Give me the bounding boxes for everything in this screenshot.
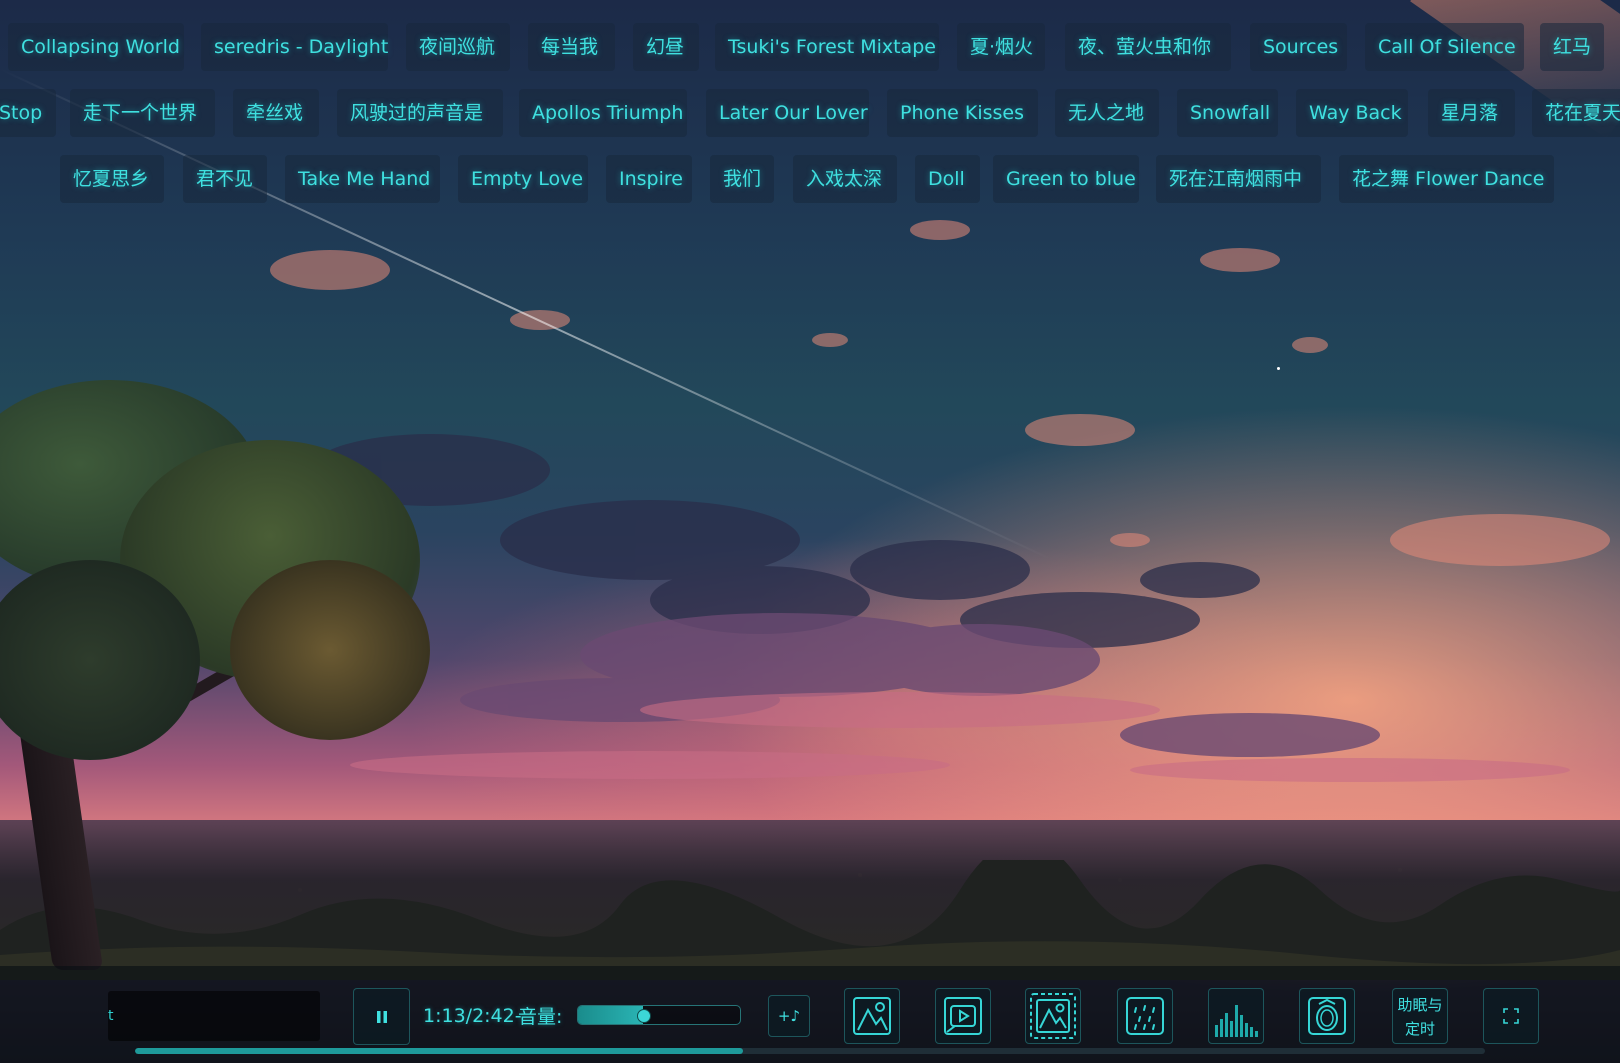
song-tag[interactable]: Empty Love	[458, 155, 588, 203]
song-tag[interactable]: 入戏太深	[793, 155, 897, 203]
fullscreen-icon	[1503, 1008, 1519, 1024]
song-tag[interactable]: Call Of Silence	[1365, 23, 1524, 71]
song-tag[interactable]: Stop	[0, 89, 56, 137]
image-frame-button[interactable]	[1025, 988, 1081, 1044]
song-row-1: Collapsing World seredris - Daylight 夜间巡…	[0, 23, 1620, 71]
song-tag[interactable]: Green to blue	[993, 155, 1139, 203]
song-tag[interactable]: Inspire	[606, 155, 692, 203]
spectrum-button[interactable]	[1208, 988, 1264, 1044]
song-tag[interactable]: 忆夏思乡	[60, 155, 164, 203]
song-tag[interactable]: Phone Kisses	[887, 89, 1038, 137]
song-tag[interactable]: 幻昼	[633, 23, 699, 71]
add-music-button[interactable]: +♪	[768, 995, 810, 1037]
song-tag[interactable]: 花在夏天	[1532, 89, 1620, 137]
song-tag[interactable]: 走下一个世界	[70, 89, 215, 137]
sleep-timer-label-line1: 助眠与	[1397, 996, 1443, 1014]
song-tag[interactable]: Way Back	[1296, 89, 1408, 137]
song-tag[interactable]: Snowfall	[1177, 89, 1278, 137]
song-tag[interactable]: Apollos Triumph	[519, 89, 687, 137]
volume-label: 音量:	[518, 1006, 563, 1028]
play-pause-button[interactable]	[353, 988, 410, 1045]
image-button[interactable]	[844, 988, 900, 1044]
song-tag[interactable]: 花之舞 Flower Dance	[1339, 155, 1554, 203]
lyric-display: t	[108, 991, 320, 1041]
image-frame-icon	[1030, 993, 1076, 1039]
song-row-3: 忆夏思乡 君不见 Take Me Hand Empty Love Inspire…	[0, 155, 1620, 203]
tree-line	[0, 860, 1620, 980]
song-tag[interactable]: Doll	[915, 155, 980, 203]
star	[1277, 367, 1280, 370]
song-tag[interactable]: 死在江南烟雨中	[1156, 155, 1321, 203]
song-tag[interactable]: 风驶过的声音是	[337, 89, 503, 137]
meditation-icon	[1308, 997, 1346, 1035]
time-value: 1:13/2:42	[423, 1005, 515, 1027]
song-tag[interactable]: 红马	[1540, 23, 1604, 71]
fullscreen-button[interactable]	[1483, 988, 1539, 1044]
time-display: 1:13/2:42-	[423, 1002, 522, 1030]
song-tag[interactable]: 每当我	[528, 23, 615, 71]
song-tag[interactable]: seredris - Daylight	[201, 23, 388, 71]
song-tag[interactable]: Collapsing World	[8, 23, 184, 71]
video-button[interactable]	[935, 988, 991, 1044]
song-tag[interactable]: 无人之地	[1055, 89, 1159, 137]
song-tag[interactable]: 星月落	[1428, 89, 1515, 137]
add-music-icon: +♪	[777, 1007, 801, 1025]
playback-progress[interactable]	[135, 1048, 1485, 1054]
song-row-2: Stop 走下一个世界 牵丝戏 风驶过的声音是 Apollos Triumph …	[0, 89, 1620, 137]
song-tag[interactable]: 君不见	[183, 155, 267, 203]
volume-fill	[578, 1006, 643, 1024]
song-tag[interactable]: 夜间巡航	[406, 23, 510, 71]
song-tag[interactable]: Sources	[1250, 23, 1347, 71]
volume-slider[interactable]	[577, 1005, 741, 1025]
song-tag[interactable]: 牵丝戏	[233, 89, 319, 137]
rain-icon	[1126, 997, 1164, 1035]
spectrum-icon	[1215, 1005, 1258, 1037]
tree-canopy	[230, 560, 430, 740]
video-icon	[944, 997, 982, 1035]
volume-handle[interactable]	[636, 1009, 651, 1023]
sleep-timer-button[interactable]: 助眠与 定时	[1392, 988, 1448, 1044]
song-tag[interactable]: 我们	[710, 155, 774, 203]
song-tag[interactable]: Tsuki's Forest Mixtape	[715, 23, 939, 71]
song-tag[interactable]: Take Me Hand	[285, 155, 440, 203]
meditation-button[interactable]	[1299, 988, 1355, 1044]
song-tag[interactable]: 夜、萤火虫和你	[1065, 23, 1231, 71]
image-icon	[853, 997, 891, 1035]
sleep-timer-label-line2: 定时	[1404, 1020, 1435, 1038]
song-tag[interactable]: 夏·烟火	[957, 23, 1045, 71]
progress-fill	[135, 1048, 743, 1054]
pause-icon	[376, 1010, 387, 1023]
song-tag[interactable]: Later Our Lover	[706, 89, 869, 137]
rain-button[interactable]	[1117, 988, 1173, 1044]
